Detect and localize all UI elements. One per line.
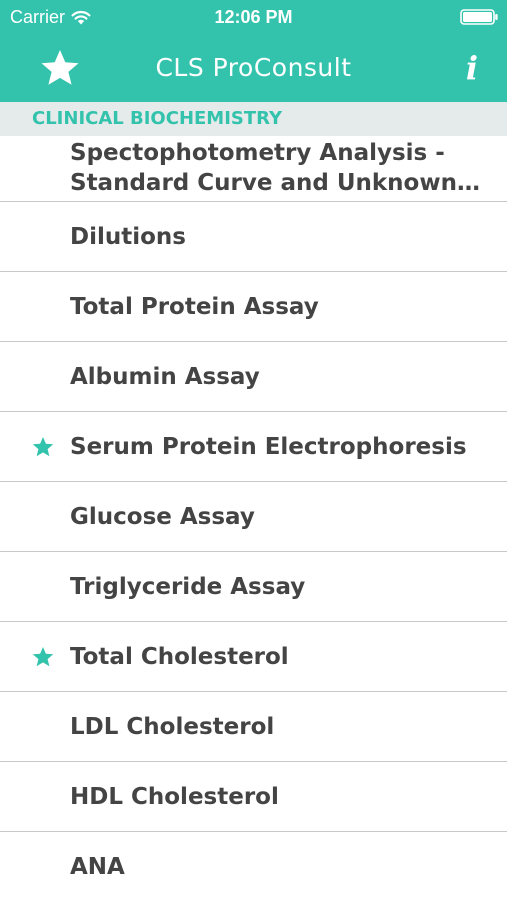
list-item[interactable]: Glucose Assay [0,482,507,552]
list-item[interactable]: Serum Protein Electrophoresis [0,412,507,482]
list-item-label: Spectophotometry Analysis - Standard Cur… [70,140,457,196]
navigation-bar: CLS ProConsult i [0,34,507,102]
assay-list: Spectophotometry Analysis - Standard Cur… [0,136,507,900]
list-item[interactable]: Spectophotometry Analysis - Standard Cur… [0,136,507,202]
list-item-label: Total Cholesterol [70,643,289,670]
list-item[interactable]: Triglyceride Assay [0,552,507,622]
list-item-label: LDL Cholesterol [70,713,275,740]
page-title: CLS ProConsult [155,53,352,82]
section-header: CLINICAL BIOCHEMISTRY [0,102,507,136]
favorite-star-icon [32,437,54,457]
status-bar: Carrier 12:06 PM [0,0,507,34]
list-item[interactable]: Total Protein Assay [0,272,507,342]
list-item-label: Total Protein Assay [70,293,319,320]
list-item-label: Serum Protein Electrophoresis [70,433,467,460]
list-item[interactable]: HDL Cholesterol [0,762,507,832]
status-time: 12:06 PM [214,7,293,27]
list-item-label: Triglyceride Assay [70,573,306,600]
list-item-label: ANA [70,853,125,880]
list-item[interactable]: Albumin Assay [0,342,507,412]
list-item[interactable]: ANA [0,832,507,900]
list-item[interactable]: Dilutions [0,202,507,272]
app-screen: Carrier 12:06 PM CLS ProConsult i CLINIC… [0,0,507,900]
header-background: Carrier 12:06 PM CLS ProConsult i [0,0,507,102]
list-item-label: Glucose Assay [70,503,255,530]
favorite-star-icon [32,647,54,667]
battery-icon [460,9,498,25]
info-button[interactable]: i [461,48,483,88]
list-item-label: HDL Cholesterol [70,783,279,810]
list-item[interactable]: LDL Cholesterol [0,692,507,762]
list-item[interactable]: Total Cholesterol [0,622,507,692]
section-header-title: CLINICAL BIOCHEMISTRY [32,108,283,129]
list-item-label: Albumin Assay [70,363,260,390]
list-item-label: Dilutions [70,223,186,250]
